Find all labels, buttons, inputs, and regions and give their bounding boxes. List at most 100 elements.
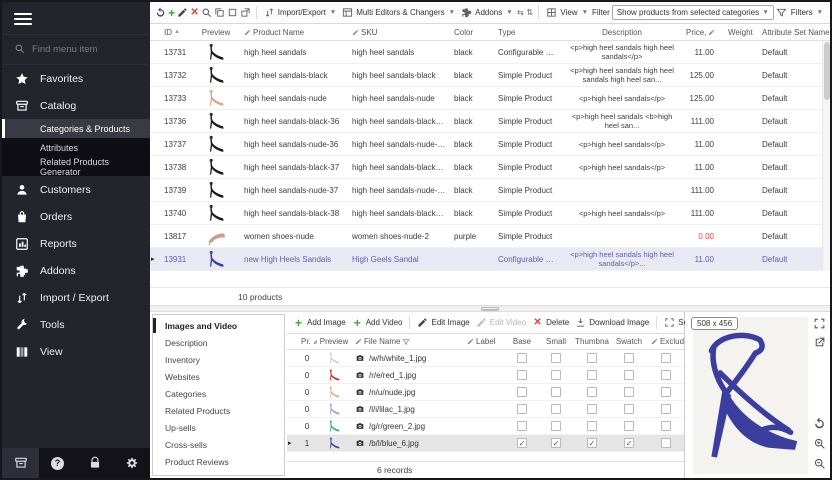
search-icon[interactable] <box>201 7 212 18</box>
product-row[interactable]: 13817women shoes-nudewomen shoes-nude-2p… <box>150 225 830 248</box>
product-row[interactable]: 13737high heel sandals-nude-36high heel … <box>150 133 830 156</box>
exclude-checkbox[interactable] <box>661 370 671 380</box>
thumbnail-checkbox[interactable] <box>587 387 597 397</box>
sidebar-item-view[interactable]: View <box>2 338 150 365</box>
base-checkbox[interactable] <box>517 421 527 431</box>
sidebar-item-orders[interactable]: Orders <box>2 203 150 230</box>
import-export-dropdown[interactable]: Import/Export▼ <box>262 6 338 19</box>
edit-product-icon[interactable] <box>177 7 188 18</box>
catalog-shortcut-icon[interactable] <box>2 448 39 478</box>
col-file-name[interactable]: File Name <box>351 337 463 346</box>
select-cell-icon[interactable] <box>227 7 238 18</box>
sidebar-search[interactable] <box>2 34 150 65</box>
thumbnail-checkbox[interactable] <box>587 404 597 414</box>
col-base[interactable]: Base <box>505 337 539 346</box>
thumbnail-checkbox[interactable]: ✓ <box>587 438 597 448</box>
sort-icon[interactable]: ⇅ <box>526 7 533 18</box>
sidebar-item-catalog[interactable]: Catalog <box>2 92 150 119</box>
swatch-checkbox[interactable] <box>624 353 634 363</box>
col-product-name[interactable]: Product Name <box>240 28 348 37</box>
sidebar-item-tools[interactable]: Tools <box>2 311 150 338</box>
col-type[interactable]: Type <box>494 28 562 37</box>
col-description[interactable]: Description <box>562 28 682 37</box>
col-price[interactable]: Price, <box>682 28 724 37</box>
col-color[interactable]: Color <box>450 28 494 37</box>
edit-video-button[interactable]: Edit Video <box>474 316 528 329</box>
tab-websites[interactable]: Websites <box>153 368 284 385</box>
tab-related-products[interactable]: Related Products <box>153 402 284 419</box>
settings-gear-icon[interactable] <box>113 448 150 478</box>
delete-image-button[interactable]: ✕Delete <box>530 316 571 329</box>
product-row[interactable]: 13738high heel sandals-black-37high heel… <box>150 156 830 179</box>
small-checkbox[interactable] <box>551 387 561 397</box>
tab-inventory[interactable]: Inventory <box>153 351 284 368</box>
tab-description[interactable]: Description <box>153 334 284 351</box>
thumbnail-checkbox[interactable] <box>587 353 597 363</box>
tab-up-sells[interactable]: Up-sells <box>153 419 284 436</box>
swatch-checkbox[interactable]: ✓ <box>624 438 634 448</box>
col-attribute-set[interactable]: Attribute Set Name <box>758 28 830 37</box>
swatch-checkbox[interactable] <box>624 404 634 414</box>
product-row[interactable]: 13736high heel sandals-black-36high heel… <box>150 110 830 133</box>
small-checkbox[interactable] <box>551 353 561 363</box>
zoom-in-icon[interactable] <box>813 437 826 450</box>
hamburger-menu-icon[interactable] <box>2 2 150 34</box>
sidebar-item-import-export[interactable]: Import / Export <box>2 284 150 311</box>
exclude-checkbox[interactable] <box>661 438 671 448</box>
image-row[interactable]: 0/g/r/green_2.jpg <box>287 418 684 435</box>
small-checkbox[interactable]: ✓ <box>551 438 561 448</box>
download-image-button[interactable]: Download Image <box>573 316 651 329</box>
image-row[interactable]: ▸1/b/l/blue_6.jpg✓✓✓✓ <box>287 435 684 452</box>
exclude-checkbox[interactable] <box>661 421 671 431</box>
col-id[interactable]: ID▲ <box>160 28 192 37</box>
sidebar-item-customers[interactable]: Customers <box>2 176 150 203</box>
refresh-icon[interactable] <box>155 7 166 18</box>
tab-product-reviews[interactable]: Product Reviews <box>153 453 284 470</box>
exclude-checkbox[interactable] <box>661 387 671 397</box>
product-row[interactable]: 13740high heel sandals-black-38high heel… <box>150 202 830 225</box>
funnel-icon[interactable] <box>776 7 787 18</box>
tab-images-and-video[interactable]: Images and Video <box>153 317 284 334</box>
swatch-checkbox[interactable] <box>624 387 634 397</box>
image-row[interactable]: 0/n/u/nude.jpg <box>287 384 684 401</box>
products-scrollbar[interactable] <box>822 41 830 271</box>
delete-product-icon[interactable]: ✕ <box>190 7 198 18</box>
exclude-checkbox[interactable] <box>661 404 671 414</box>
col-small[interactable]: Small <box>539 337 573 346</box>
small-checkbox[interactable] <box>551 421 561 431</box>
help-icon[interactable]: ? <box>39 448 76 478</box>
small-checkbox[interactable] <box>551 370 561 380</box>
col-thumbnail[interactable]: Thumbna <box>573 337 611 346</box>
product-row[interactable]: 13731high heel sandalshigh heel sandalsb… <box>150 41 830 64</box>
base-checkbox[interactable] <box>517 404 527 414</box>
add-product-icon[interactable]: + <box>168 7 175 18</box>
sidebar-item-addons[interactable]: Addons <box>2 257 150 284</box>
copy-icon[interactable] <box>214 7 225 18</box>
col-preview[interactable]: Preview <box>192 28 240 37</box>
lock-icon[interactable] <box>76 448 113 478</box>
sidebar-item-reports[interactable]: Reports <box>2 230 150 257</box>
thumbnail-checkbox[interactable] <box>587 421 597 431</box>
addons-dropdown[interactable]: Addons▼ <box>459 6 515 19</box>
base-checkbox[interactable] <box>517 370 527 380</box>
image-row[interactable]: 0/l/i/lilac_1.jpg <box>287 401 684 418</box>
base-checkbox[interactable] <box>517 387 527 397</box>
view-dropdown[interactable]: View▼ <box>544 6 590 19</box>
image-preview[interactable] <box>693 317 808 474</box>
panel-splitter[interactable] <box>150 305 830 312</box>
base-checkbox[interactable] <box>517 353 527 363</box>
product-row[interactable]: 13732high heel sandals-blackhigh heel sa… <box>150 64 830 87</box>
thumbnail-checkbox[interactable] <box>587 370 597 380</box>
product-row[interactable]: 13733high heel sandals-nudehigh heel san… <box>150 87 830 110</box>
tab-cross-sells[interactable]: Cross-sells <box>153 436 284 453</box>
exclude-checkbox[interactable] <box>661 353 671 363</box>
add-image-button[interactable]: +Add Image <box>291 316 348 329</box>
product-row[interactable]: ▸13931new High Heels SandalsHigh Geels S… <box>150 248 830 271</box>
filters-dropdown[interactable]: Filters▼ <box>789 7 825 18</box>
sidebar-item-attributes[interactable]: Attributes <box>2 138 150 157</box>
add-video-button[interactable]: +Add Video <box>350 316 405 329</box>
translate-icon[interactable]: ⇆ <box>517 7 524 18</box>
image-row[interactable]: 0/w/h/white_1.jpg <box>287 350 684 367</box>
base-checkbox[interactable]: ✓ <box>517 438 527 448</box>
duplicate-icon[interactable] <box>240 7 251 18</box>
